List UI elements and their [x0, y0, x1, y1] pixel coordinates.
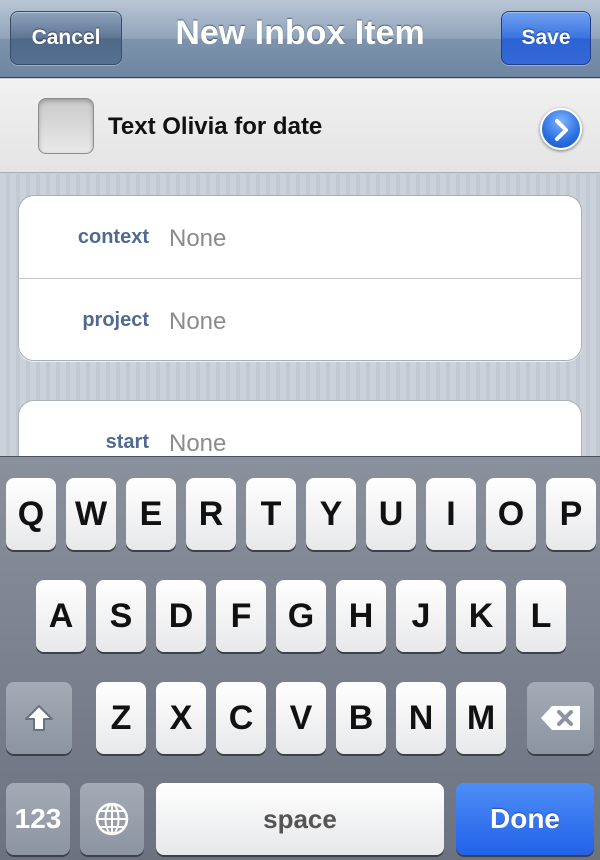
key-r[interactable]: R	[186, 478, 236, 550]
navigation-bar: Cancel New Inbox Item Save	[0, 0, 600, 78]
globe-key[interactable]	[80, 783, 144, 855]
key-k[interactable]: K	[456, 580, 506, 652]
backspace-icon	[540, 706, 580, 730]
key-t[interactable]: T	[246, 478, 296, 550]
key-c[interactable]: C	[216, 682, 266, 754]
field-value: None	[169, 430, 227, 456]
key-i[interactable]: I	[426, 478, 476, 550]
disclosure-chevron-icon[interactable]	[540, 108, 582, 150]
key-n[interactable]: N	[396, 682, 446, 754]
key-d[interactable]: D	[156, 580, 206, 652]
numbers-key[interactable]: 123	[6, 783, 70, 855]
field-label: context	[77, 226, 149, 248]
key-y[interactable]: Y	[306, 478, 356, 550]
page-title: New Inbox Item	[175, 14, 425, 52]
field-value: None	[169, 308, 227, 335]
field-group: context None project None	[18, 195, 582, 361]
key-a[interactable]: A	[36, 580, 86, 652]
shift-key[interactable]	[6, 682, 72, 754]
key-e[interactable]: E	[126, 478, 176, 550]
key-l[interactable]: L	[516, 580, 566, 652]
details-list: context None project None start None	[0, 174, 600, 456]
key-u[interactable]: U	[366, 478, 416, 550]
start-row[interactable]: start None	[19, 401, 581, 456]
key-b[interactable]: B	[336, 682, 386, 754]
inbox-item-row: Text Olivia for date	[0, 79, 600, 173]
key-g[interactable]: G	[276, 580, 326, 652]
key-s[interactable]: S	[96, 580, 146, 652]
field-label: start	[105, 431, 149, 453]
complete-checkbox[interactable]	[38, 98, 94, 154]
key-f[interactable]: F	[216, 580, 266, 652]
key-m[interactable]: M	[456, 682, 506, 754]
item-title-field[interactable]: Text Olivia for date	[108, 113, 322, 141]
key-o[interactable]: O	[486, 478, 536, 550]
key-v[interactable]: V	[276, 682, 326, 754]
done-key[interactable]: Done	[456, 783, 594, 855]
key-x[interactable]: X	[156, 682, 206, 754]
cancel-button[interactable]: Cancel	[10, 11, 122, 65]
key-j[interactable]: J	[396, 580, 446, 652]
shift-arrow-icon	[25, 705, 53, 731]
key-h[interactable]: H	[336, 580, 386, 652]
globe-icon	[95, 802, 129, 836]
field-group: start None	[18, 400, 582, 456]
key-p[interactable]: P	[546, 478, 596, 550]
space-key[interactable]: space	[156, 783, 444, 855]
key-q[interactable]: Q	[6, 478, 56, 550]
field-label: project	[82, 309, 149, 331]
keyboard: Q W E R T Y U I O P A S D F G H J K L Z …	[0, 456, 600, 860]
context-row[interactable]: context None	[19, 196, 581, 278]
key-w[interactable]: W	[66, 478, 116, 550]
key-z[interactable]: Z	[96, 682, 146, 754]
project-row[interactable]: project None	[19, 278, 581, 360]
backspace-key[interactable]	[527, 682, 594, 754]
field-value: None	[169, 225, 227, 252]
save-button[interactable]: Save	[501, 11, 591, 65]
